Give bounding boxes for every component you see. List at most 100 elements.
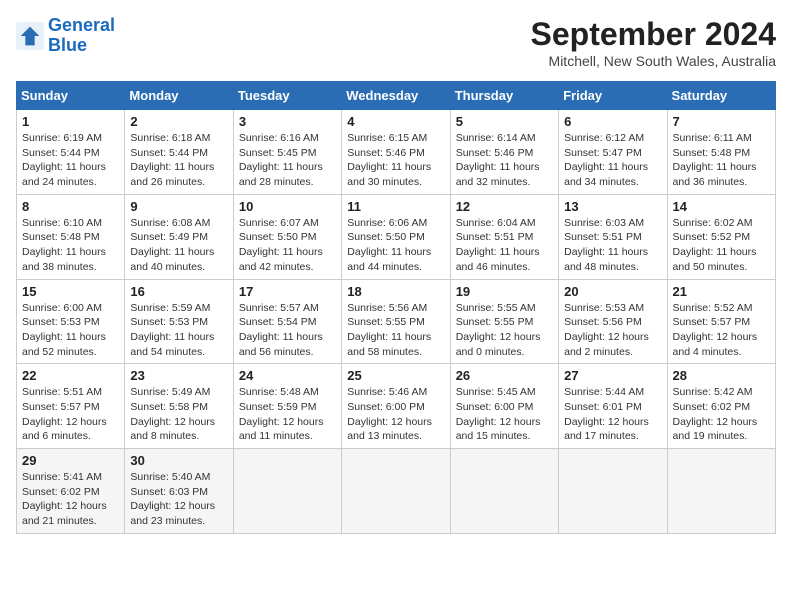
day-number: 5 [456,114,553,129]
calendar-week-1: 1Sunrise: 6:19 AMSunset: 5:44 PMDaylight… [17,110,776,195]
logo-text: GeneralBlue [48,16,115,56]
col-header-saturday: Saturday [667,82,775,110]
day-detail: Sunrise: 6:16 AMSunset: 5:45 PMDaylight:… [239,131,336,190]
calendar-day: 25Sunrise: 5:46 AMSunset: 6:00 PMDayligh… [342,364,450,449]
col-header-wednesday: Wednesday [342,82,450,110]
calendar-day [342,449,450,534]
day-number: 12 [456,199,553,214]
day-detail: Sunrise: 6:11 AMSunset: 5:48 PMDaylight:… [673,131,770,190]
calendar-day: 19Sunrise: 5:55 AMSunset: 5:55 PMDayligh… [450,279,558,364]
location-subtitle: Mitchell, New South Wales, Australia [531,53,776,69]
calendar-day: 26Sunrise: 5:45 AMSunset: 6:00 PMDayligh… [450,364,558,449]
calendar-day: 14Sunrise: 6:02 AMSunset: 5:52 PMDayligh… [667,194,775,279]
day-number: 6 [564,114,661,129]
day-number: 27 [564,368,661,383]
calendar-day: 4 Sunrise: 6:15 AMSunset: 5:46 PMDaylight… [342,110,450,195]
day-number: 4 [347,114,444,129]
calendar-day: 16Sunrise: 5:59 AMSunset: 5:53 PMDayligh… [125,279,233,364]
calendar-day: 30 Sunrise: 5:40 AMSunset: 6:03 PMDayligh… [125,449,233,534]
calendar-day: 17 Sunrise: 5:57 AMSunset: 5:54 PMDayligh… [233,279,341,364]
day-detail: Sunrise: 5:44 AMSunset: 6:01 PMDaylight:… [564,385,661,444]
calendar-day [233,449,341,534]
calendar-day: 11 Sunrise: 6:06 AMSunset: 5:50 PMDayligh… [342,194,450,279]
day-number: 20 [564,284,661,299]
day-number: 13 [564,199,661,214]
calendar-day: 21 Sunrise: 5:52 AMSunset: 5:57 PMDayligh… [667,279,775,364]
calendar-day: 1Sunrise: 6:19 AMSunset: 5:44 PMDaylight… [17,110,125,195]
calendar-day: 5 Sunrise: 6:14 AMSunset: 5:46 PMDaylight… [450,110,558,195]
calendar-table: SundayMondayTuesdayWednesdayThursdayFrid… [16,81,776,534]
day-detail: Sunrise: 5:49 AMSunset: 5:58 PMDaylight:… [130,385,227,444]
day-number: 25 [347,368,444,383]
calendar-week-4: 22 Sunrise: 5:51 AMSunset: 5:57 PMDayligh… [17,364,776,449]
calendar-day: 28Sunrise: 5:42 AMSunset: 6:02 PMDayligh… [667,364,775,449]
calendar-day: 3 Sunrise: 6:16 AMSunset: 5:45 PMDaylight… [233,110,341,195]
calendar-day: 18 Sunrise: 5:56 AMSunset: 5:55 PMDayligh… [342,279,450,364]
calendar-day: 10 Sunrise: 6:07 AMSunset: 5:50 PMDayligh… [233,194,341,279]
calendar-day: 20 Sunrise: 5:53 AMSunset: 5:56 PMDayligh… [559,279,667,364]
page-header: GeneralBlue September 2024 Mitchell, New… [16,16,776,69]
day-detail: Sunrise: 5:59 AMSunset: 5:53 PMDaylight:… [130,301,227,360]
calendar-day: 7 Sunrise: 6:11 AMSunset: 5:48 PMDaylight… [667,110,775,195]
calendar-day: 29 Sunrise: 5:41 AMSunset: 6:02 PMDayligh… [17,449,125,534]
day-detail: Sunrise: 6:04 AMSunset: 5:51 PMDaylight:… [456,216,553,275]
col-header-sunday: Sunday [17,82,125,110]
day-detail: Sunrise: 6:03 AMSunset: 5:51 PMDaylight:… [564,216,661,275]
day-detail: Sunrise: 6:14 AMSunset: 5:46 PMDaylight:… [456,131,553,190]
day-detail: Sunrise: 5:45 AMSunset: 6:00 PMDaylight:… [456,385,553,444]
day-number: 22 [22,368,119,383]
day-detail: Sunrise: 5:48 AMSunset: 5:59 PMDaylight:… [239,385,336,444]
day-number: 3 [239,114,336,129]
day-detail: Sunrise: 5:42 AMSunset: 6:02 PMDaylight:… [673,385,770,444]
day-number: 10 [239,199,336,214]
calendar-day: 15Sunrise: 6:00 AMSunset: 5:53 PMDayligh… [17,279,125,364]
calendar-day: 9 Sunrise: 6:08 AMSunset: 5:49 PMDaylight… [125,194,233,279]
calendar-day: 8 Sunrise: 6:10 AMSunset: 5:48 PMDaylight… [17,194,125,279]
day-detail: Sunrise: 6:10 AMSunset: 5:48 PMDaylight:… [22,216,119,275]
calendar-day: 2Sunrise: 6:18 AMSunset: 5:44 PMDaylight… [125,110,233,195]
day-detail: Sunrise: 6:02 AMSunset: 5:52 PMDaylight:… [673,216,770,275]
calendar-day [559,449,667,534]
title-block: September 2024 Mitchell, New South Wales… [531,16,776,69]
day-number: 24 [239,368,336,383]
col-header-monday: Monday [125,82,233,110]
calendar-day: 6 Sunrise: 6:12 AMSunset: 5:47 PMDaylight… [559,110,667,195]
day-detail: Sunrise: 6:08 AMSunset: 5:49 PMDaylight:… [130,216,227,275]
day-number: 30 [130,453,227,468]
day-detail: Sunrise: 6:15 AMSunset: 5:46 PMDaylight:… [347,131,444,190]
col-header-friday: Friday [559,82,667,110]
calendar-day: 13 Sunrise: 6:03 AMSunset: 5:51 PMDayligh… [559,194,667,279]
day-detail: Sunrise: 6:12 AMSunset: 5:47 PMDaylight:… [564,131,661,190]
month-title: September 2024 [531,16,776,53]
day-detail: Sunrise: 5:40 AMSunset: 6:03 PMDaylight:… [130,470,227,529]
day-detail: Sunrise: 5:53 AMSunset: 5:56 PMDaylight:… [564,301,661,360]
calendar-day: 27 Sunrise: 5:44 AMSunset: 6:01 PMDayligh… [559,364,667,449]
day-detail: Sunrise: 5:41 AMSunset: 6:02 PMDaylight:… [22,470,119,529]
day-detail: Sunrise: 5:57 AMSunset: 5:54 PMDaylight:… [239,301,336,360]
calendar-week-2: 8 Sunrise: 6:10 AMSunset: 5:48 PMDaylight… [17,194,776,279]
day-number: 29 [22,453,119,468]
day-detail: Sunrise: 5:51 AMSunset: 5:57 PMDaylight:… [22,385,119,444]
day-detail: Sunrise: 6:07 AMSunset: 5:50 PMDaylight:… [239,216,336,275]
calendar-week-3: 15Sunrise: 6:00 AMSunset: 5:53 PMDayligh… [17,279,776,364]
day-number: 23 [130,368,227,383]
day-detail: Sunrise: 6:00 AMSunset: 5:53 PMDaylight:… [22,301,119,360]
day-number: 17 [239,284,336,299]
day-detail: Sunrise: 6:06 AMSunset: 5:50 PMDaylight:… [347,216,444,275]
day-number: 1 [22,114,119,129]
day-detail: Sunrise: 5:56 AMSunset: 5:55 PMDaylight:… [347,301,444,360]
calendar-day: 24 Sunrise: 5:48 AMSunset: 5:59 PMDayligh… [233,364,341,449]
col-header-tuesday: Tuesday [233,82,341,110]
day-detail: Sunrise: 5:52 AMSunset: 5:57 PMDaylight:… [673,301,770,360]
day-detail: Sunrise: 6:18 AMSunset: 5:44 PMDaylight:… [130,131,227,190]
calendar-day [667,449,775,534]
calendar-day [450,449,558,534]
day-number: 9 [130,199,227,214]
day-number: 21 [673,284,770,299]
day-number: 18 [347,284,444,299]
day-number: 7 [673,114,770,129]
col-header-thursday: Thursday [450,82,558,110]
logo: GeneralBlue [16,16,115,56]
day-number: 11 [347,199,444,214]
day-number: 8 [22,199,119,214]
